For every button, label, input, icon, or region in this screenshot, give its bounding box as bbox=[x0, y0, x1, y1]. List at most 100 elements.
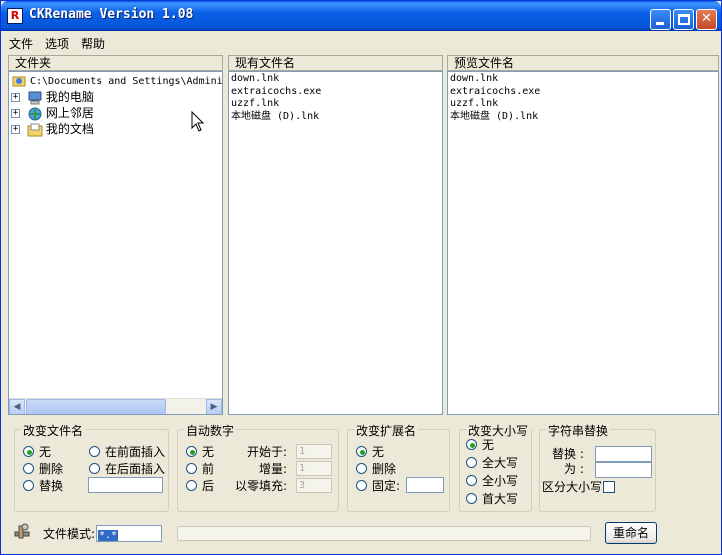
list-item[interactable]: extraicochs.exe bbox=[448, 86, 718, 99]
radio-label: 无 bbox=[482, 438, 495, 452]
file-pattern-input[interactable]: *.* bbox=[96, 525, 162, 542]
radio-icon bbox=[23, 463, 34, 474]
radio-icon bbox=[466, 475, 477, 486]
maximize-button[interactable] bbox=[673, 9, 694, 30]
preview-files-list[interactable]: down.lnk extraicochs.exe uzzf.lnk 本地磁盘 (… bbox=[447, 71, 719, 415]
radio-icon bbox=[466, 439, 477, 450]
replace-label: 替换 : bbox=[552, 447, 584, 461]
radio-icon bbox=[23, 446, 34, 457]
string-replace-group: 字符串替换 替换 : 为 : 区分大小写 bbox=[539, 422, 656, 512]
case-title-radio[interactable]: 首大写 bbox=[466, 492, 518, 506]
rename-insert-front-radio[interactable]: 在前面插入 bbox=[89, 445, 165, 459]
horizontal-scrollbar[interactable]: ◀ ▶ bbox=[9, 398, 222, 414]
ext-none-radio[interactable]: 无 bbox=[356, 445, 384, 459]
pad-input[interactable]: 3 bbox=[296, 478, 332, 493]
tree-item-network[interactable]: + 网上邻居 bbox=[11, 105, 94, 121]
list-item[interactable]: extraicochs.exe bbox=[229, 86, 442, 99]
tree-item-my-documents[interactable]: + 我的文档 bbox=[11, 121, 94, 137]
radio-icon bbox=[466, 457, 477, 468]
folder-open-icon bbox=[12, 76, 26, 87]
case-sensitive-checkbox[interactable] bbox=[603, 481, 615, 493]
rename-none-radio[interactable]: 无 bbox=[23, 445, 51, 459]
preview-files-header: 预览文件名 bbox=[447, 55, 719, 71]
case-lower-radio[interactable]: 全小写 bbox=[466, 474, 518, 488]
app-window: R CKRename Version 1.08 ✕ 文件 选项 帮助 文件夹 C… bbox=[0, 0, 722, 555]
auto-number-group: 自动数字 无 前 后 开始于: 增量: 以零填充: 1 1 3 bbox=[177, 422, 339, 512]
minimize-button[interactable] bbox=[650, 9, 671, 30]
list-item[interactable]: 本地磁盘 (D).lnk bbox=[448, 111, 718, 124]
group-title: 自动数字 bbox=[184, 422, 237, 439]
scroll-thumb[interactable] bbox=[26, 399, 166, 414]
radio-icon bbox=[466, 493, 477, 504]
group-title: 改变文件名 bbox=[21, 422, 86, 439]
radio-label: 无 bbox=[39, 445, 52, 459]
radio-label: 在后面插入 bbox=[105, 462, 166, 476]
autonum-front-radio[interactable]: 前 bbox=[186, 462, 214, 476]
pattern-value: *.* bbox=[98, 530, 119, 541]
radio-icon bbox=[186, 480, 197, 491]
case-upper-radio[interactable]: 全大写 bbox=[466, 456, 518, 470]
step-label: 增量: bbox=[259, 462, 288, 476]
rename-insert-back-radio[interactable]: 在后面插入 bbox=[89, 462, 165, 476]
minimize-icon bbox=[656, 22, 664, 25]
rename-delete-radio[interactable]: 删除 bbox=[23, 462, 63, 476]
scroll-right-icon[interactable]: ▶ bbox=[206, 399, 222, 414]
close-button[interactable]: ✕ bbox=[696, 9, 717, 30]
tools-icon bbox=[14, 523, 30, 539]
list-item[interactable]: uzzf.lnk bbox=[229, 98, 442, 111]
expand-icon[interactable]: + bbox=[11, 125, 20, 134]
start-input[interactable]: 1 bbox=[296, 444, 332, 459]
current-files-list[interactable]: down.lnk extraicochs.exe uzzf.lnk 本地磁盘 (… bbox=[228, 71, 443, 415]
expand-icon[interactable]: + bbox=[11, 93, 20, 102]
menu-file[interactable]: 文件 bbox=[3, 33, 39, 53]
network-icon bbox=[28, 107, 42, 120]
radio-label: 替换 bbox=[39, 479, 64, 493]
rename-replace-input[interactable] bbox=[88, 477, 163, 493]
radio-label: 删除 bbox=[39, 462, 64, 476]
ext-fixed-input[interactable] bbox=[406, 477, 444, 493]
step-input[interactable]: 1 bbox=[296, 461, 332, 476]
radio-label: 前 bbox=[202, 462, 215, 476]
replace-input[interactable] bbox=[595, 446, 652, 462]
app-icon: R bbox=[7, 8, 23, 24]
mouse-pointer-icon bbox=[191, 111, 205, 132]
start-label: 开始于: bbox=[247, 445, 288, 459]
case-group: 改变大小写 无 全大写 全小写 首大写 bbox=[459, 422, 532, 512]
tree-item-label: 网上邻居 bbox=[45, 106, 94, 120]
root-path-text: C:\Documents and Settings\Admini bbox=[30, 76, 223, 87]
autonum-back-radio[interactable]: 后 bbox=[186, 479, 214, 493]
pad-label: 以零填充: bbox=[235, 479, 288, 493]
rename-button[interactable]: 重命名 bbox=[605, 522, 657, 544]
maximize-icon bbox=[678, 14, 690, 25]
with-label: 为 : bbox=[564, 462, 584, 476]
radio-label: 全大写 bbox=[482, 456, 519, 470]
menu-help[interactable]: 帮助 bbox=[75, 33, 111, 53]
radio-icon bbox=[23, 480, 34, 491]
pattern-label: 文件模式: bbox=[43, 527, 96, 541]
menu-options[interactable]: 选项 bbox=[39, 33, 75, 53]
list-item[interactable]: down.lnk bbox=[448, 73, 718, 86]
radio-label: 首大写 bbox=[482, 492, 519, 506]
ext-fixed-radio[interactable]: 固定: bbox=[356, 479, 400, 493]
list-item[interactable]: uzzf.lnk bbox=[448, 98, 718, 111]
tree-root-path[interactable]: C:\Documents and Settings\Admini bbox=[11, 74, 223, 88]
radio-icon bbox=[356, 480, 367, 491]
group-title: 改变扩展名 bbox=[354, 422, 419, 439]
menu-bar: 文件 选项 帮助 bbox=[3, 33, 111, 53]
folder-panel-header: 文件夹 bbox=[8, 55, 223, 71]
radio-icon bbox=[186, 463, 197, 474]
with-input[interactable] bbox=[595, 462, 652, 478]
tree-item-label: 我的文档 bbox=[45, 122, 94, 136]
computer-icon bbox=[28, 91, 42, 104]
radio-icon bbox=[356, 463, 367, 474]
ext-delete-radio[interactable]: 删除 bbox=[356, 462, 396, 476]
autonum-none-radio[interactable]: 无 bbox=[186, 445, 214, 459]
rename-replace-radio[interactable]: 替换 bbox=[23, 479, 63, 493]
expand-icon[interactable]: + bbox=[11, 109, 20, 118]
list-item[interactable]: down.lnk bbox=[229, 73, 442, 86]
case-none-radio[interactable]: 无 bbox=[466, 438, 494, 452]
tree-item-my-computer[interactable]: + 我的电脑 bbox=[11, 89, 94, 105]
list-item[interactable]: 本地磁盘 (D).lnk bbox=[229, 111, 442, 124]
title-bar[interactable]: R CKRename Version 1.08 ✕ bbox=[1, 1, 721, 31]
scroll-left-icon[interactable]: ◀ bbox=[9, 399, 25, 414]
